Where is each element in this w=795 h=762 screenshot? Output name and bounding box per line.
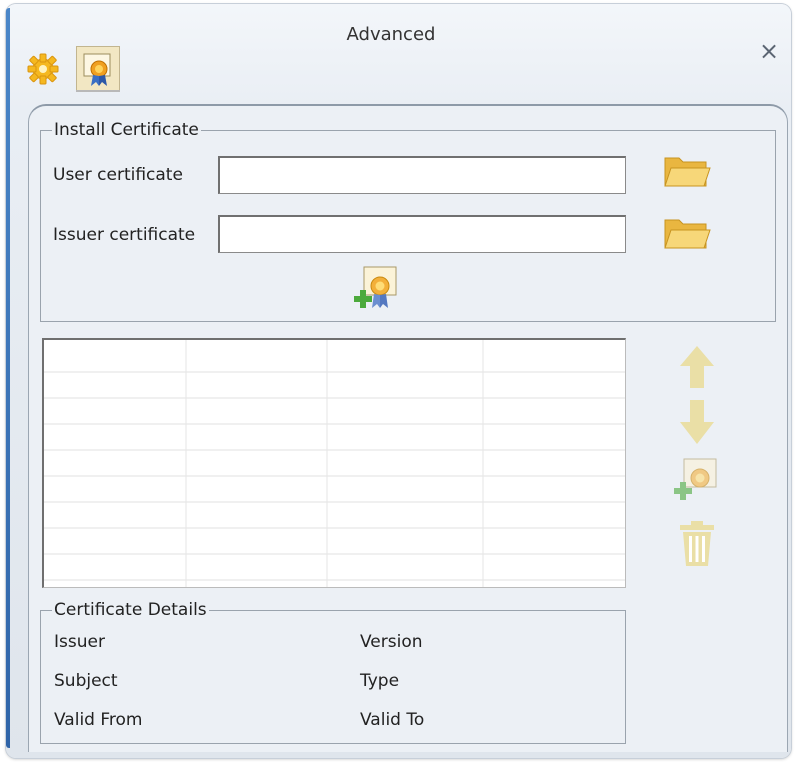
user-certificate-input[interactable] xyxy=(218,156,626,194)
folder-icon xyxy=(664,157,711,187)
move-down-button[interactable] xyxy=(676,398,718,446)
close-button[interactable]: × xyxy=(756,38,782,64)
certificate-icon xyxy=(83,53,111,86)
add-certificate-icon xyxy=(674,458,717,500)
folder-icon xyxy=(664,219,711,249)
browse-issuer-certificate-button[interactable] xyxy=(662,214,712,254)
move-up-button[interactable] xyxy=(676,344,718,390)
tab-settings[interactable] xyxy=(26,52,60,86)
window-title: Advanced xyxy=(346,24,436,45)
type-label: Type xyxy=(360,671,400,691)
add-certificate-icon xyxy=(354,266,397,308)
install-certificate-button[interactable] xyxy=(350,264,400,314)
add-certificate-button[interactable] xyxy=(670,456,720,506)
version-label: Version xyxy=(360,632,423,652)
subject-label: Subject xyxy=(54,671,118,691)
browse-user-certificate-button[interactable] xyxy=(662,152,712,192)
user-certificate-label: User certificate xyxy=(53,165,183,185)
install-certificate-legend: Install Certificate xyxy=(52,120,201,140)
advanced-window: Advanced × Install Certificate User cert… xyxy=(0,0,795,762)
valid-to-label: Valid To xyxy=(360,710,425,730)
tab-selection-indicator xyxy=(76,90,120,92)
arrow-up-icon xyxy=(680,346,714,388)
issuer-certificate-input[interactable] xyxy=(218,215,626,253)
trash-icon xyxy=(680,521,714,566)
certificate-table-grid xyxy=(44,340,625,587)
issuer-certificate-label: Issuer certificate xyxy=(53,225,196,245)
gear-icon xyxy=(27,53,59,85)
certificate-list-table[interactable] xyxy=(42,338,626,588)
tab-certificate[interactable] xyxy=(76,46,120,92)
certificate-details-legend: Certificate Details xyxy=(52,600,209,620)
window-accent-bar xyxy=(6,8,10,748)
delete-certificate-button[interactable] xyxy=(678,520,716,568)
issuer-label: Issuer xyxy=(54,632,105,652)
arrow-down-icon xyxy=(680,400,714,444)
valid-from-label: Valid From xyxy=(54,710,143,730)
